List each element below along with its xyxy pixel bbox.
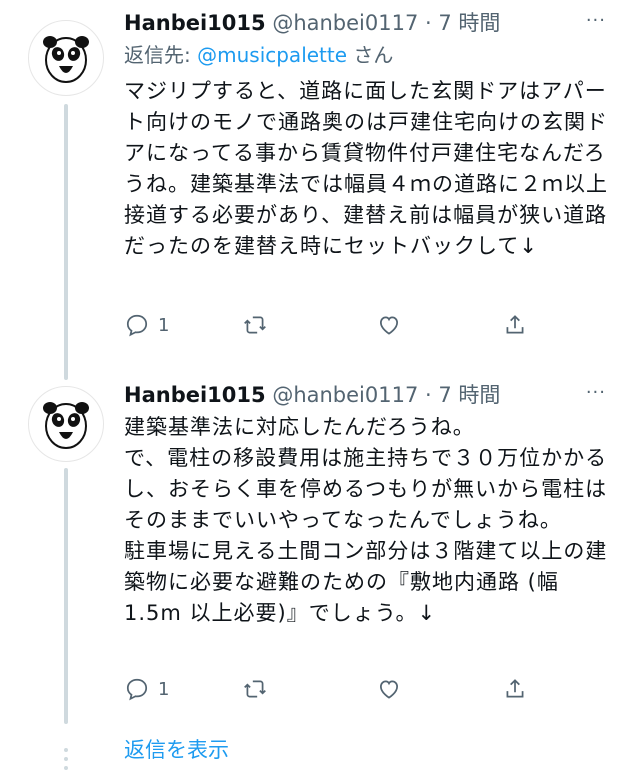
- avatar[interactable]: [28, 386, 104, 462]
- tweet-body: 建築基準法に対応したんだろうね。 で、電柱の移設費用は施主持ちで３０万位かかるし…: [124, 412, 614, 629]
- author-handle[interactable]: @hanbei0117: [272, 11, 418, 35]
- retweet-button[interactable]: [242, 676, 268, 702]
- thread-dots: [64, 748, 68, 775]
- share-button[interactable]: [502, 312, 528, 338]
- separator: ·: [425, 383, 432, 407]
- separator: ·: [425, 11, 432, 35]
- tweet-header: Hanbei1015 @hanbei0117 · 7 時間: [124, 8, 500, 38]
- tweet-body: マジリプすると、道路に面した玄関ドアはアパート向けのモノで通路奥のは戸建住宅向け…: [124, 76, 614, 262]
- more-icon[interactable]: ···: [586, 10, 606, 31]
- retweet-icon: [244, 316, 266, 334]
- tweet-actions: 1: [124, 312, 554, 342]
- like-button[interactable]: [376, 312, 402, 338]
- author-name[interactable]: Hanbei1015: [124, 383, 266, 407]
- tweet-1[interactable]: Hanbei1015 @hanbei0117 · 7 時間 ··· 返信先: @…: [0, 0, 640, 380]
- timestamp[interactable]: 7 時間: [438, 11, 500, 35]
- more-icon[interactable]: ···: [586, 382, 606, 403]
- reply-mention-link[interactable]: @musicpalette: [197, 43, 347, 67]
- thread-line: [64, 468, 68, 724]
- reply-count: 1: [158, 314, 170, 336]
- tweet-2[interactable]: Hanbei1015 @hanbei0117 · 7 時間 ··· 建築基準法に…: [0, 372, 640, 724]
- like-icon: [380, 680, 398, 699]
- retweet-button[interactable]: [242, 312, 268, 338]
- reply-button[interactable]: 1: [124, 676, 169, 702]
- reply-to: 返信先: @musicpalette さん: [124, 40, 393, 70]
- reply-icon: [126, 678, 148, 701]
- share-icon: [506, 679, 524, 698]
- reply-button[interactable]: 1: [124, 312, 169, 338]
- like-button[interactable]: [376, 676, 402, 702]
- tweet-text: 建築基準法に対応したんだろうね。 で、電柱の移設費用は施主持ちで３０万位かかるし…: [124, 415, 608, 625]
- tweet-text: マジリプすると、道路に面した玄関ドアはアパート向けのモノで通路奥のは戸建住宅向け…: [124, 79, 608, 258]
- share-icon: [506, 315, 524, 334]
- author-name[interactable]: Hanbei1015: [124, 11, 266, 35]
- timestamp[interactable]: 7 時間: [438, 383, 500, 407]
- tweet-header: Hanbei1015 @hanbei0117 · 7 時間: [124, 380, 500, 410]
- thread-line: [64, 104, 68, 380]
- author-handle[interactable]: @hanbei0117: [272, 383, 418, 407]
- panda-avatar-icon: [43, 36, 89, 83]
- show-replies-link[interactable]: 返信を表示: [124, 734, 229, 764]
- reply-prefix: 返信先:: [124, 43, 198, 67]
- reply-count: 1: [158, 678, 170, 700]
- tweet-actions: 1: [124, 676, 554, 706]
- reply-suffix: さん: [347, 43, 394, 67]
- retweet-icon: [244, 680, 266, 698]
- reply-icon: [126, 314, 148, 337]
- share-button[interactable]: [502, 676, 528, 702]
- avatar[interactable]: [28, 20, 104, 96]
- like-icon: [380, 316, 398, 335]
- panda-avatar-icon: [43, 402, 89, 449]
